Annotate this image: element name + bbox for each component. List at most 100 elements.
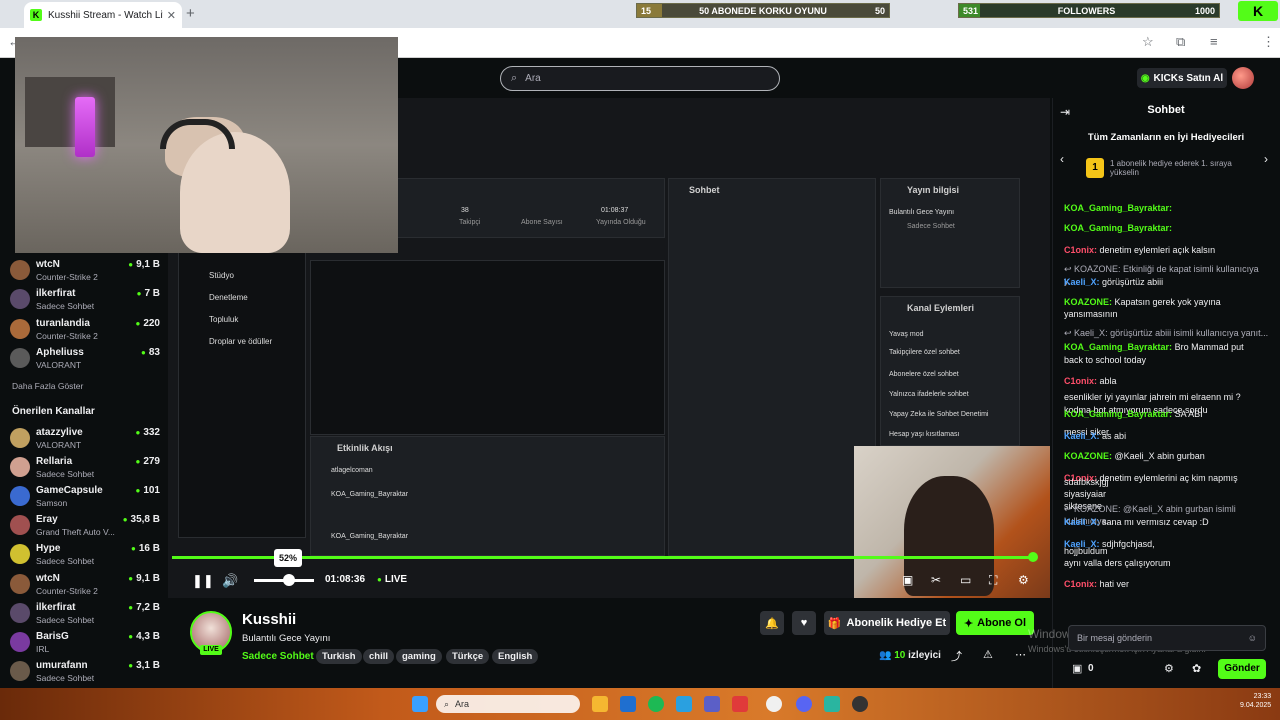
viewer-count: 👥 10 izleyici [879, 650, 941, 661]
extensions-icon[interactable]: ⧉ [1176, 34, 1185, 50]
sidebar-channel[interactable]: RellariaSadece Sohbet 279 [10, 455, 160, 483]
chat-input[interactable]: Bir mesaj gönderin ☺ [1068, 625, 1266, 651]
app-icon[interactable] [824, 696, 840, 712]
prev-arrow-icon[interactable]: ‹ [1060, 152, 1064, 166]
file-explorer-icon[interactable] [592, 696, 608, 712]
close-tab-icon[interactable]: ✕ [167, 9, 176, 22]
chat-username[interactable]: C1onix: [1064, 579, 1097, 589]
gift-sub-button[interactable]: 🎁 Abonelik Hediye Et [824, 611, 950, 635]
chat-username[interactable]: Kaeli_X: [1064, 277, 1100, 287]
show-more-link[interactable]: Daha Fazla Göster [12, 381, 83, 391]
live-edge-indicator [1028, 552, 1038, 562]
sidebar-channel[interactable]: wtcNCounter-Strike 29,1 B [10, 258, 160, 286]
kicks-label: KICKs Satın Al [1153, 72, 1224, 84]
channel-viewers: 101 [135, 485, 160, 496]
chat-message: KOAZONE: Kapatsın gerek yok yayına yansı… [1064, 296, 1270, 320]
menu-dots-icon[interactable]: ⋮ [1262, 34, 1275, 50]
sidebar-channel[interactable]: GameCapsuleSamson 101 [10, 484, 160, 512]
subscribe-button[interactable]: ✦ Abone Ol [956, 611, 1034, 635]
chat-message: C1onix: hati ver [1064, 578, 1270, 590]
chat-title: Sohbet [1147, 104, 1185, 116]
chat-username[interactable]: KOA_Gaming_Bayraktar: [1064, 203, 1172, 213]
tag-chip[interactable]: gaming [396, 649, 442, 664]
clock-date: 9.04.2025 [1240, 702, 1272, 709]
taskbar-search[interactable]: ⌕ Ara [436, 695, 580, 713]
streamer-name[interactable]: Kusshii [242, 611, 296, 628]
send-button[interactable]: Gönder [1218, 659, 1266, 679]
more-options-icon[interactable]: ⋯ [1015, 648, 1026, 661]
channel-viewers: 332 [135, 427, 160, 438]
sidebar-channel[interactable]: ilkerfiratSadece Sohbet 7,2 B [10, 601, 160, 629]
chat-username[interactable]: Kaeli_X: [1064, 431, 1100, 441]
streamer-webcam [15, 37, 398, 253]
stream-category[interactable]: Sadece Sohbet [242, 651, 314, 662]
fullscreen-icon[interactable]: ⛶ [989, 573, 997, 588]
points-icon[interactable]: ▣ [1072, 662, 1082, 675]
obs-icon[interactable] [852, 696, 868, 712]
sidebar-channel[interactable]: umurafannSadece Sohbet 3,1 B [10, 659, 160, 687]
clip-icon[interactable]: ✂ [931, 573, 941, 587]
chat-message: KOA_Gaming_Bayraktar: SA ABİ [1064, 408, 1270, 420]
channel-avatar [10, 631, 30, 652]
inner-category: Sadece Sohbet [907, 223, 955, 230]
chrome-icon[interactable] [766, 696, 782, 712]
browser-tab[interactable]: K Kusshii Stream - Watch Live on ✕ [24, 2, 182, 28]
store-icon[interactable] [676, 696, 692, 712]
tag-chip[interactable]: chill [363, 649, 395, 664]
tag-chip[interactable]: Turkish [316, 649, 362, 664]
channel-name: atazzylive [36, 427, 83, 438]
share-icon[interactable]: ⤴ [951, 648, 962, 664]
chat-username[interactable]: KOAZONE: [1064, 297, 1112, 307]
tag-chip[interactable]: English [492, 649, 539, 664]
volume-thumb[interactable] [283, 574, 295, 586]
notification-bell-icon[interactable]: 🔔 [760, 611, 784, 635]
sidebar-channel[interactable]: turanlandiaCounter-Strike 2 220 [10, 317, 160, 345]
sidebar-channel[interactable]: ApheliussVALORANT 83 [10, 346, 160, 374]
chat-settings-icon[interactable]: ⚙ [1164, 662, 1174, 675]
app-icon[interactable] [732, 696, 748, 712]
chat-username[interactable]: KOA_Gaming_Bayraktar: [1064, 342, 1172, 352]
outlook-icon[interactable] [620, 696, 636, 712]
bookmark-star-icon[interactable]: ☆ [1142, 34, 1154, 50]
volume-tooltip: 52% [274, 549, 302, 567]
reading-list-icon[interactable]: ≡ [1210, 34, 1218, 49]
follow-heart-icon[interactable]: ♥ [792, 611, 816, 635]
sidebar-channel[interactable]: HypeSadece Sohbet 16 B [10, 542, 160, 570]
chat-username[interactable]: C1onix: [1064, 376, 1097, 386]
channel-category: IRL [36, 643, 50, 654]
next-arrow-icon[interactable]: › [1264, 152, 1268, 166]
sidebar-channel[interactable]: ilkerfiratSadece Sohbet 7 B [10, 287, 160, 315]
chat-text: hati ver [1099, 579, 1130, 589]
emoji-icon[interactable]: ☺ [1248, 633, 1257, 643]
teams-icon[interactable] [704, 696, 720, 712]
chat-rules-icon[interactable]: ✿ [1192, 662, 1201, 675]
tag-chip[interactable]: Türkçe [446, 649, 490, 664]
discord-icon[interactable] [796, 696, 812, 712]
new-tab-button[interactable]: + [186, 5, 195, 22]
chat-username[interactable]: KOAZONE: [1064, 451, 1112, 461]
volume-icon[interactable]: 🔊 [222, 573, 238, 589]
windows-start-icon[interactable] [412, 696, 428, 712]
sidebar-channel[interactable]: BarisGIRL 4,3 B [10, 630, 160, 658]
goal2-label: FOLLOWERS [1057, 5, 1116, 16]
user-avatar[interactable] [1232, 67, 1254, 89]
sidebar-channel[interactable]: atazzylive VALORANT 332 [10, 426, 160, 454]
sidebar-channel[interactable]: wtcNCounter-Strike 29,1 B [10, 572, 160, 600]
chat-username[interactable]: KOA_Gaming_Bayraktar: [1064, 409, 1172, 419]
settings-gear-icon[interactable]: ⚙ [1018, 573, 1029, 587]
pause-icon[interactable]: ❚❚ [192, 573, 214, 589]
buy-kicks-button[interactable]: ◉ KICKs Satın Al [1137, 68, 1227, 88]
theater-mode-icon[interactable]: ▭ [960, 573, 971, 587]
chat-username[interactable]: C1onix: [1064, 245, 1097, 255]
stat-uptime-label: Yayında Olduğu [596, 219, 646, 226]
pip-icon[interactable]: ▣ [902, 573, 913, 587]
search-input[interactable]: ⌕ Ara [500, 66, 780, 91]
spotify-icon[interactable] [648, 696, 664, 712]
channel-name: GameCapsule [36, 485, 103, 497]
live-indicator: LIVE [377, 574, 407, 585]
sidebar-channel[interactable]: ErayGrand Theft Auto V... 35,8 B [10, 513, 160, 541]
channel-name: wtcN [36, 259, 60, 270]
report-icon[interactable]: ⚠ [983, 648, 993, 661]
chat-username[interactable]: KOA_Gaming_Bayraktar: [1064, 223, 1172, 233]
chat-username[interactable]: Kaeli_X: [1064, 517, 1100, 527]
